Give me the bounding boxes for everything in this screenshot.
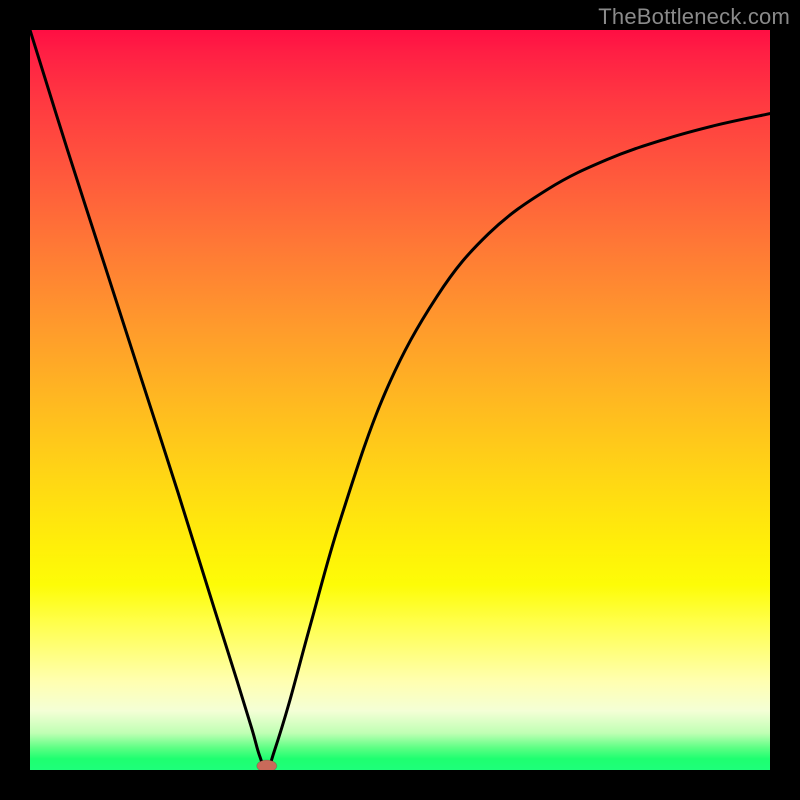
plot-area xyxy=(30,30,770,770)
watermark-text: TheBottleneck.com xyxy=(598,4,790,30)
bottleneck-chart xyxy=(30,30,770,770)
minimum-marker xyxy=(257,760,277,770)
chart-frame: TheBottleneck.com xyxy=(0,0,800,800)
bottleneck-curve xyxy=(30,30,770,770)
